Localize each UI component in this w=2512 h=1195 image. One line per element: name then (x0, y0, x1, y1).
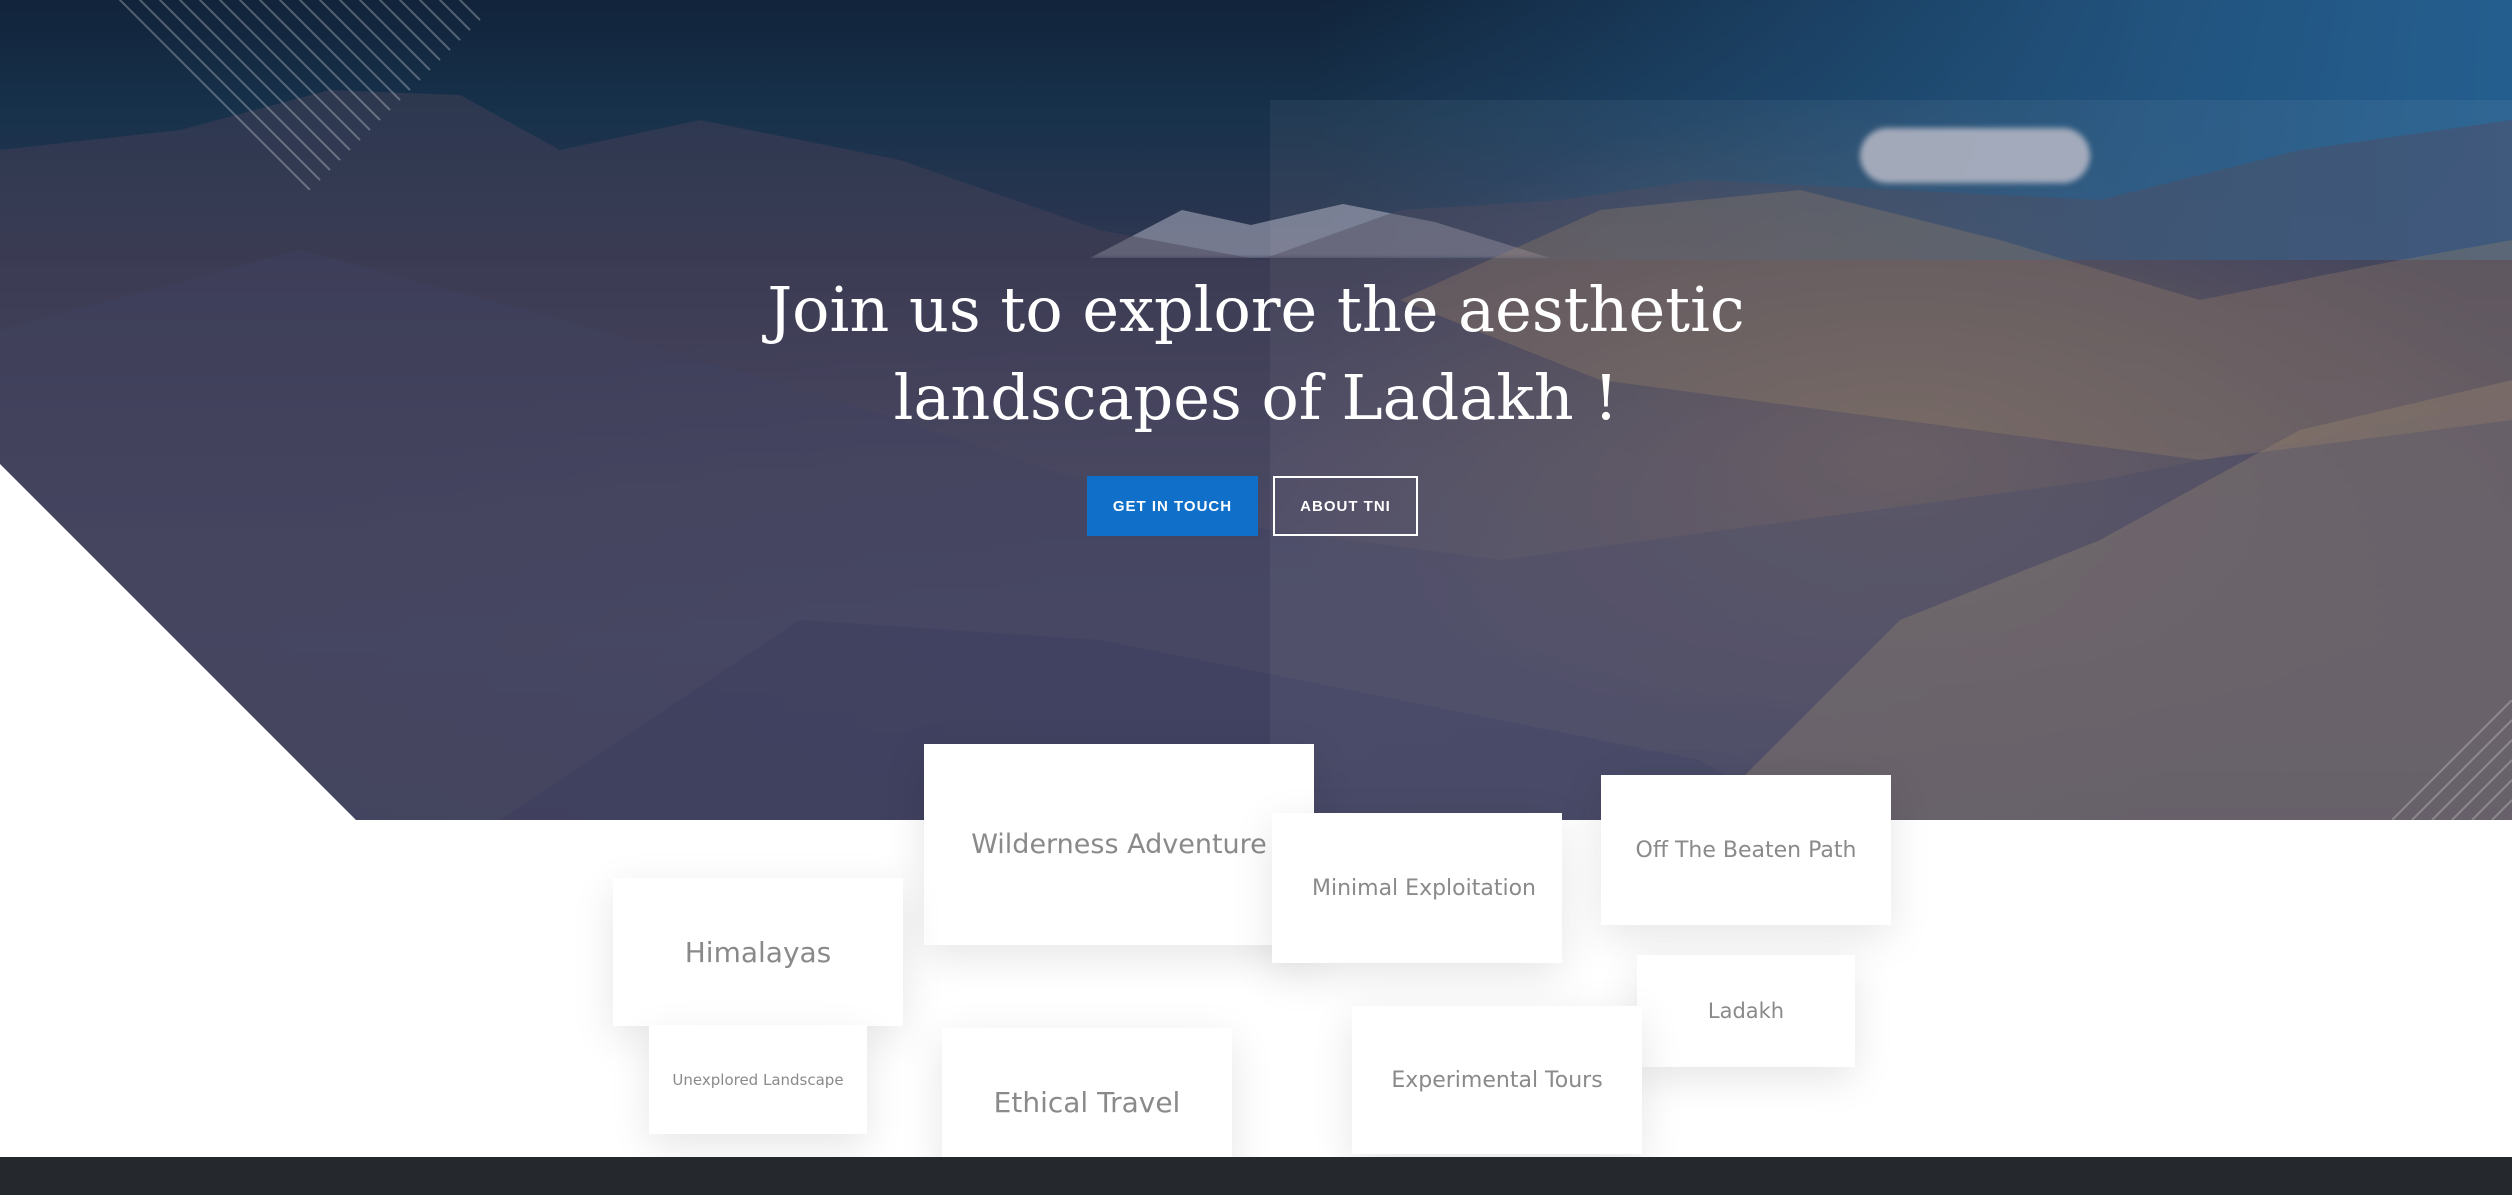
decorative-stripes (118, 0, 481, 190)
hero-section: Join us to explore the aesthetic landsca… (0, 0, 2512, 820)
tag-ladakh[interactable]: Ladakh (1637, 955, 1855, 1067)
tag-ethical-travel[interactable]: Ethical Travel (942, 1028, 1232, 1176)
tag-experimental-tours[interactable]: Experimental Tours (1352, 1006, 1642, 1154)
decorative-panel (1270, 100, 2512, 820)
decorative-stripes-right (2392, 700, 2512, 820)
hero-title: Join us to explore the aesthetic landsca… (0, 266, 2512, 442)
hero-title-line1: Join us to explore the aesthetic (767, 273, 1745, 346)
tag-wilderness-adventure[interactable]: Wilderness Adventure (924, 744, 1314, 945)
about-tni-button[interactable]: ABOUT TNI (1273, 476, 1418, 536)
tag-himalayas[interactable]: Himalayas (613, 878, 903, 1026)
hero-title-line2: landscapes of Ladakh ! (893, 361, 1619, 434)
tag-minimal-exploitation[interactable]: Minimal Exploitation (1272, 813, 1562, 963)
tag-unexplored-landscape[interactable]: Unexplored Landscape (649, 1025, 867, 1134)
footer-bar (0, 1157, 2512, 1195)
tag-off-the-beaten-path[interactable]: Off The Beaten Path (1601, 775, 1891, 925)
get-in-touch-button[interactable]: GET IN TOUCH (1087, 476, 1258, 536)
